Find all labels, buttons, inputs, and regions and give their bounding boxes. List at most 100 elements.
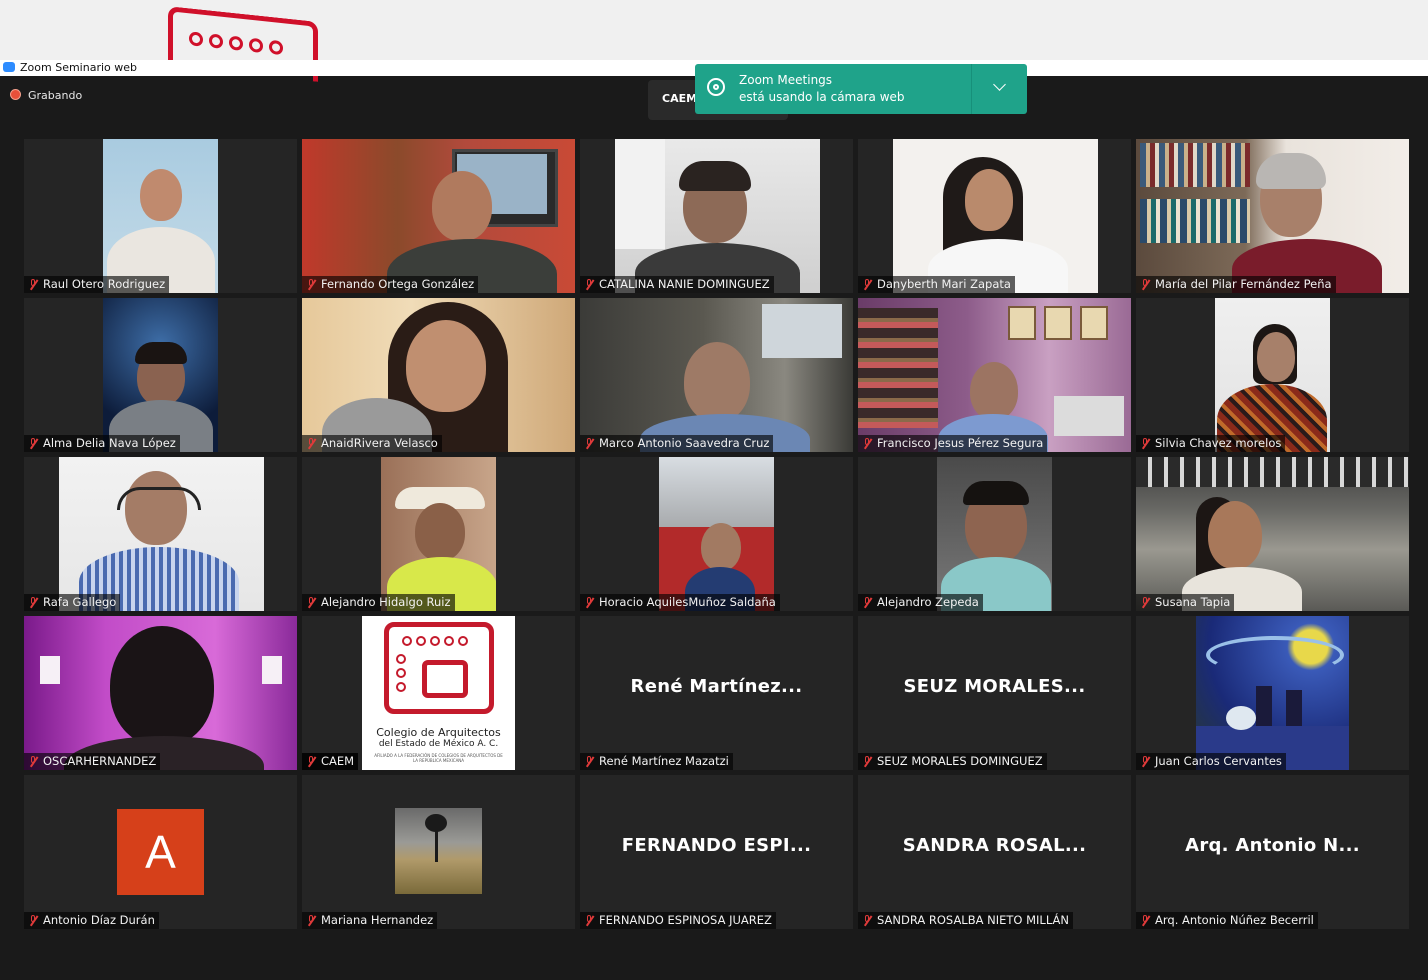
participant-name-label: AnaidRivera Velasco: [302, 435, 442, 452]
muted-mic-icon: [29, 279, 38, 290]
participant-tile[interactable]: Juan Carlos Cervantes: [1136, 616, 1409, 770]
participant-tile[interactable]: Alejandro Zepeda: [858, 457, 1131, 611]
participant-name-label: Silvia Chavez morelos: [1136, 435, 1286, 452]
muted-mic-icon: [307, 279, 316, 290]
muted-mic-icon: [585, 438, 594, 449]
participant-tile[interactable]: Alma Delia Nava López: [24, 298, 297, 452]
caem-logo: Colegio de Arquitectos del Estado de Méx…: [362, 616, 515, 770]
participant-name-label: René Martínez Mazatzi: [580, 753, 733, 770]
participant-name-label: Fernando Ortega González: [302, 276, 479, 293]
participant-tile[interactable]: Francisco Jesus Pérez Segura: [858, 298, 1131, 452]
participant-tile[interactable]: Colegio de Arquitectos del Estado de Méx…: [302, 616, 575, 770]
muted-mic-icon: [585, 756, 594, 767]
participant-video: [858, 298, 1131, 452]
participant-tile[interactable]: SANDRA ROSAL... SANDRA ROSALBA NIETO MIL…: [858, 775, 1131, 929]
muted-mic-icon: [863, 756, 872, 767]
participant-tile[interactable]: René Martínez... René Martínez Mazatzi: [580, 616, 853, 770]
participant-video: [302, 139, 575, 293]
participant-tile[interactable]: Alejandro Hidalgo Ruiz: [302, 457, 575, 611]
participant-name-label: Francisco Jesus Pérez Segura: [858, 435, 1048, 452]
participant-tile[interactable]: Marco Antonio Saavedra Cruz: [580, 298, 853, 452]
muted-mic-icon: [585, 915, 594, 926]
participant-name-label: Mariana Hernandez: [302, 912, 438, 929]
participant-tile[interactable]: FERNANDO ESPI... FERNANDO ESPINOSA JUARE…: [580, 775, 853, 929]
participant-name-label: Alejandro Zepeda: [858, 594, 983, 611]
participant-tile[interactable]: Horacio AquilesMuñoz Saldaña: [580, 457, 853, 611]
participant-video: [1136, 139, 1409, 293]
muted-mic-icon: [863, 915, 872, 926]
muted-mic-icon: [29, 756, 38, 767]
participant-name-label: Danyberth Mari Zapata: [858, 276, 1015, 293]
participant-tile[interactable]: Susana Tapia: [1136, 457, 1409, 611]
muted-mic-icon: [585, 597, 594, 608]
muted-mic-icon: [1141, 756, 1150, 767]
muted-mic-icon: [307, 438, 316, 449]
muted-mic-icon: [1141, 597, 1150, 608]
participant-name-label: Alejandro Hidalgo Ruiz: [302, 594, 455, 611]
participant-tile[interactable]: Arq. Antonio N... Arq. Antonio Núñez Bec…: [1136, 775, 1409, 929]
participant-video: [937, 457, 1052, 611]
participant-video: [103, 139, 218, 293]
notification-title: Zoom Meetings: [739, 73, 833, 87]
participant-avatar: [395, 808, 482, 894]
participant-avatar: A: [117, 809, 204, 895]
participant-video: [659, 457, 774, 611]
participant-name-label: Arq. Antonio Núñez Becerril: [1136, 912, 1318, 929]
participant-name-label: María del Pilar Fernández Peña: [1136, 276, 1336, 293]
participant-name-label: Marco Antonio Saavedra Cruz: [580, 435, 774, 452]
recording-indicator[interactable]: Grabando: [10, 89, 82, 102]
window-title: Zoom Seminario web: [20, 61, 137, 74]
muted-mic-icon: [1141, 438, 1150, 449]
chevron-down-icon[interactable]: [993, 78, 1006, 91]
participant-display-name: René Martínez...: [630, 676, 803, 697]
participant-name-label: Antonio Díaz Durán: [24, 912, 159, 929]
camera-notification[interactable]: Zoom Meetings está usando la cámara web: [695, 64, 1027, 114]
participant-video: [302, 298, 575, 452]
participant-tile[interactable]: Danyberth Mari Zapata: [858, 139, 1131, 293]
participant-name-label: CAEM: [302, 753, 359, 770]
recording-label: Grabando: [28, 89, 83, 102]
muted-mic-icon: [863, 597, 872, 608]
participant-tile[interactable]: OSCARHERNANDEZ: [24, 616, 297, 770]
muted-mic-icon: [29, 438, 38, 449]
participant-video: [59, 457, 264, 611]
participant-video: [103, 298, 218, 452]
muted-mic-icon: [29, 597, 38, 608]
muted-mic-icon: [1141, 915, 1150, 926]
participant-tile[interactable]: María del Pilar Fernández Peña: [1136, 139, 1409, 293]
muted-mic-icon: [863, 438, 872, 449]
participant-name-label: OSCARHERNANDEZ: [24, 753, 161, 770]
participant-video: [1136, 457, 1409, 611]
participant-display-name: SEUZ MORALES...: [903, 676, 1086, 697]
participant-name-label: Alma Delia Nava López: [24, 435, 180, 452]
participant-tile[interactable]: Mariana Hernandez: [302, 775, 575, 929]
participant-tile[interactable]: AnaidRivera Velasco: [302, 298, 575, 452]
participant-tile[interactable]: A Antonio Díaz Durán: [24, 775, 297, 929]
participant-tile[interactable]: Silvia Chavez morelos: [1136, 298, 1409, 452]
participant-name-label: Rafa Gallego: [24, 594, 121, 611]
participant-name-label: Susana Tapia: [1136, 594, 1235, 611]
muted-mic-icon: [1141, 279, 1150, 290]
notification-divider: [971, 64, 972, 114]
participant-name-label: CATALINA NANIE DOMINGUEZ: [580, 276, 774, 293]
participant-name-label: SANDRA ROSALBA NIETO MILLÁN: [858, 912, 1073, 929]
participant-name-label: FERNANDO ESPINOSA JUAREZ: [580, 912, 776, 929]
participant-tile[interactable]: SEUZ MORALES... SEUZ MORALES DOMINGUEZ: [858, 616, 1131, 770]
muted-mic-icon: [307, 915, 316, 926]
muted-mic-icon: [307, 756, 316, 767]
participant-tile[interactable]: Fernando Ortega González: [302, 139, 575, 293]
participant-video: [580, 298, 853, 452]
webcam-icon: [707, 78, 725, 96]
participant-tile[interactable]: Rafa Gallego: [24, 457, 297, 611]
meeting-name-label: CAEM: [662, 92, 698, 105]
participant-video: [1196, 616, 1349, 770]
participant-tile[interactable]: CATALINA NANIE DOMINGUEZ: [580, 139, 853, 293]
record-icon: [10, 89, 21, 100]
participant-display-name: SANDRA ROSAL...: [902, 835, 1087, 856]
participant-video: [381, 457, 496, 611]
participant-display-name: FERNANDO ESPI...: [621, 835, 812, 856]
participant-tile[interactable]: Raul Otero Rodriguez: [24, 139, 297, 293]
participant-video: [1215, 298, 1330, 452]
participant-video: [893, 139, 1098, 293]
muted-mic-icon: [863, 279, 872, 290]
